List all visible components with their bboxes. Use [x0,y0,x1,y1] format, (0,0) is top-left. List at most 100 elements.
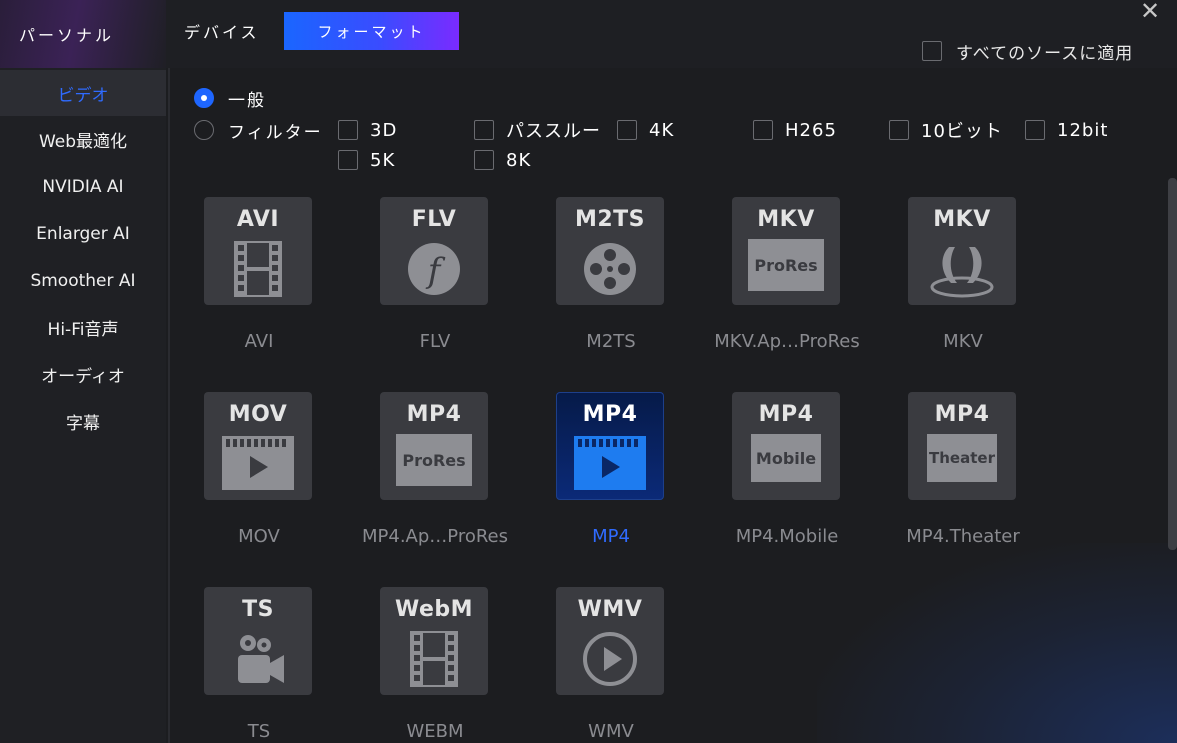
filter-10bit-label: 10ビット [921,121,1003,142]
clapper-play-icon [222,436,294,490]
format-code: MKV [933,207,991,232]
mobile-badge-icon: Mobile [751,434,821,482]
format-badge: Theater [929,449,995,467]
format-code: MOV [228,402,288,427]
filter-4k[interactable]: 4K [617,118,674,142]
format-code: MP4 [758,402,814,427]
format-tile: FLV f [380,197,488,305]
format-tile: TS [204,587,312,695]
format-card-mkv[interactable]: MKV MKV [874,197,1044,372]
filter-h265[interactable]: H265 [753,118,837,142]
mode-general-label: 一般 [228,90,266,111]
sidebar-item-smoother-ai[interactable]: Smoother AI [0,257,166,304]
filter-4k-checkbox[interactable] [617,120,637,140]
format-label: MP4.Theater [906,526,1020,547]
filter-passthrough-checkbox[interactable] [474,120,494,140]
filter-12bit-checkbox[interactable] [1025,120,1045,140]
format-code: M2TS [574,207,646,232]
format-label: MP4.Ap…ProRes [361,526,508,547]
sidebar-item-hifi-audio[interactable]: Hi-Fi音声 [0,304,166,351]
format-badge: ProRes [402,450,466,470]
top-bar: パーソナル デバイス フォーマット ✕ すべてのソースに適用 [0,0,1177,68]
format-card-mp4-mobile[interactable]: MP4 Mobile MP4.Mobile [698,392,868,567]
format-card-flv[interactable]: FLV f FLV [346,197,516,372]
format-card-mp4-theater[interactable]: MP4 Theater MP4.Theater [874,392,1044,567]
format-code: WMV [577,597,643,622]
mode-filter-label: フィルター [228,122,323,143]
mode-general-option[interactable]: 一般 [194,86,266,111]
sidebar-item-enlarger-ai[interactable]: Enlarger AI [0,210,166,257]
filter-4k-label: 4K [649,119,675,141]
sidebar-item-video[interactable]: ビデオ [0,70,166,116]
apply-all-checkbox[interactable] [922,41,942,61]
format-badge: ProRes [754,255,818,275]
format-card-wmv[interactable]: WMV WMV [522,587,692,743]
format-card-mov[interactable]: MOV MOV [170,392,340,567]
sidebar-item-subtitles[interactable]: 字幕 [0,398,166,445]
filter-8k[interactable]: 8K [474,148,531,172]
format-label: MKV [943,331,983,352]
filter-h265-checkbox[interactable] [753,120,773,140]
mode-filter-radio[interactable] [194,120,214,140]
format-label: MOV [238,526,280,547]
format-label: FLV [419,331,451,352]
play-circle-icon [583,632,637,686]
format-tile: MP4 ProRes [380,392,488,500]
format-code: TS [242,597,274,622]
filter-5k-checkbox[interactable] [338,150,358,170]
format-tile: MKV [908,197,1016,305]
format-label: M2TS [586,331,636,352]
format-label: MP4 [592,526,630,547]
theater-badge-icon: Theater [927,434,997,482]
mode-general-radio[interactable] [194,88,214,108]
format-label: MKV.Ap…ProRes [714,331,860,352]
format-tile: WMV [556,587,664,695]
sidebar-item-web-optimize[interactable]: Web最適化 [0,116,166,163]
film-strip-icon [410,631,458,687]
mkv-matroska-icon [930,247,994,298]
format-card-mkv-prores[interactable]: MKV ProRes MKV.Ap…ProRes [698,197,868,372]
filter-passthrough[interactable]: パススルー [474,118,601,142]
apply-all-label: すべてのソースに適用 [956,43,1134,64]
format-tile: WebM [380,587,488,695]
sidebar-item-nvidia-ai[interactable]: NVIDIA AI [0,163,166,210]
format-code: AVI [236,207,280,232]
format-code: MKV [757,207,815,232]
background-glow [817,543,1177,743]
format-tile: MP4 Mobile [732,392,840,500]
filter-3d-label: 3D [370,119,398,141]
filter-12bit[interactable]: 12bit [1025,118,1108,142]
filter-5k[interactable]: 5K [338,148,395,172]
mode-filter-option[interactable]: フィルター [194,118,323,143]
tab-personal[interactable]: パーソナル [0,0,166,68]
filter-10bit-checkbox[interactable] [889,120,909,140]
format-code: MP4 [582,402,638,427]
filter-3d[interactable]: 3D [338,118,397,142]
format-card-mp4-prores[interactable]: MP4 ProRes MP4.Ap…ProRes [346,392,516,567]
tab-format[interactable]: フォーマット [284,12,459,50]
format-label: TS [247,721,271,742]
apply-all-option[interactable]: すべてのソースに適用 [922,39,1134,64]
format-tile: MKV ProRes [732,197,840,305]
tab-device[interactable]: デバイス [184,12,260,50]
sidebar-item-audio[interactable]: オーディオ [0,351,166,398]
format-code: MP4 [934,402,990,427]
format-card-mp4[interactable]: MP4 MP4 [522,392,692,567]
flash-icon: f [408,243,460,295]
filter-8k-checkbox[interactable] [474,150,494,170]
format-card-webm[interactable]: WebM WEBM [346,587,516,743]
format-tile: MOV [204,392,312,500]
format-card-m2ts[interactable]: M2TS M2TS [522,197,692,372]
film-strip-icon [234,241,282,297]
filter-12bit-label: 12bit [1057,119,1109,141]
format-card-avi[interactable]: AVI AVI [170,197,340,372]
filter-h265-label: H265 [785,119,837,141]
prores-badge-icon: ProRes [396,434,472,486]
filter-3d-checkbox[interactable] [338,120,358,140]
filter-10bit[interactable]: 10ビット [889,118,1003,142]
format-card-ts[interactable]: TS TS [170,587,340,743]
format-tile: AVI [204,197,312,305]
scrollbar-thumb[interactable] [1168,178,1177,550]
format-tile: MP4 Theater [908,392,1016,500]
close-icon[interactable]: ✕ [1138,0,1162,24]
